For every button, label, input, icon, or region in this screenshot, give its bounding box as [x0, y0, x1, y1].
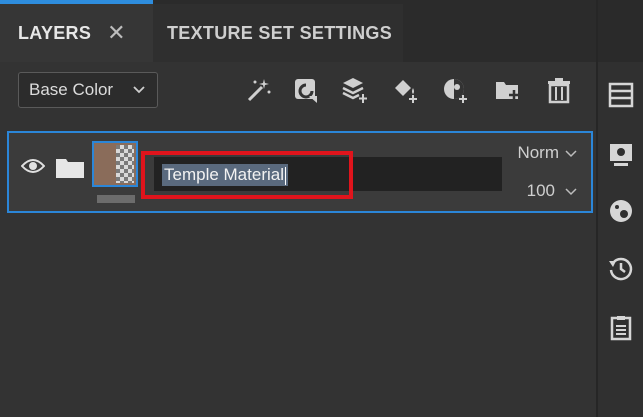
history-icon[interactable] — [608, 256, 634, 282]
magic-wand-icon[interactable] — [244, 76, 272, 104]
tab-layers[interactable]: LAYERS ✕ — [0, 4, 153, 62]
add-paint-icon[interactable] — [391, 76, 419, 104]
layers-list-icon[interactable] — [608, 82, 634, 108]
folder-icon — [56, 159, 84, 178]
opacity-value: 100 — [526, 181, 555, 200]
right-sidebar — [598, 0, 643, 417]
layer-row[interactable]: Temple Material Norm 100 — [7, 131, 593, 213]
add-folder-icon[interactable] — [494, 76, 522, 104]
thumbnail-checker — [116, 145, 134, 183]
tab-texture-set-settings-label: TEXTURE SET SETTINGS — [167, 22, 393, 43]
chevron-down-icon — [565, 188, 577, 196]
tab-layers-label: LAYERS — [18, 22, 92, 43]
channel-select[interactable]: Base Color — [18, 72, 158, 108]
layers-panel: LAYERS ✕ TEXTURE SET SETTINGS Base Color — [0, 0, 596, 417]
add-layer-icon[interactable] — [292, 76, 320, 104]
layer-name-selection: Temple Material — [162, 164, 288, 186]
layers-toolbar: Base Color — [0, 62, 596, 126]
blend-mode-value: Norm — [517, 143, 559, 162]
channel-select-value: Base Color — [29, 80, 114, 99]
blend-mode-select[interactable]: Norm — [517, 143, 577, 163]
tab-texture-set-settings[interactable]: TEXTURE SET SETTINGS — [153, 4, 403, 62]
chevron-down-icon — [133, 86, 145, 94]
delete-icon[interactable] — [545, 76, 573, 104]
text-caret — [285, 166, 286, 185]
sidebar-top-tab — [598, 0, 643, 62]
layer-name-text: Temple Material — [164, 165, 284, 184]
layer-thumbnail[interactable] — [92, 141, 138, 187]
thumbnail-mask-bar — [97, 195, 135, 203]
shader-settings-icon[interactable] — [608, 198, 634, 224]
panel-tab-bar: LAYERS ✕ TEXTURE SET SETTINGS — [0, 0, 596, 62]
add-fill-layer-icon[interactable] — [341, 76, 369, 104]
close-icon[interactable]: ✕ — [107, 22, 125, 44]
chevron-down-icon — [565, 150, 577, 158]
log-icon[interactable] — [608, 315, 634, 341]
display-settings-icon[interactable] — [608, 142, 634, 168]
add-mask-icon[interactable] — [441, 76, 469, 104]
eye-icon[interactable] — [21, 157, 45, 175]
opacity-select[interactable]: 100 — [527, 181, 577, 201]
layer-name-input[interactable]: Temple Material — [154, 157, 502, 191]
